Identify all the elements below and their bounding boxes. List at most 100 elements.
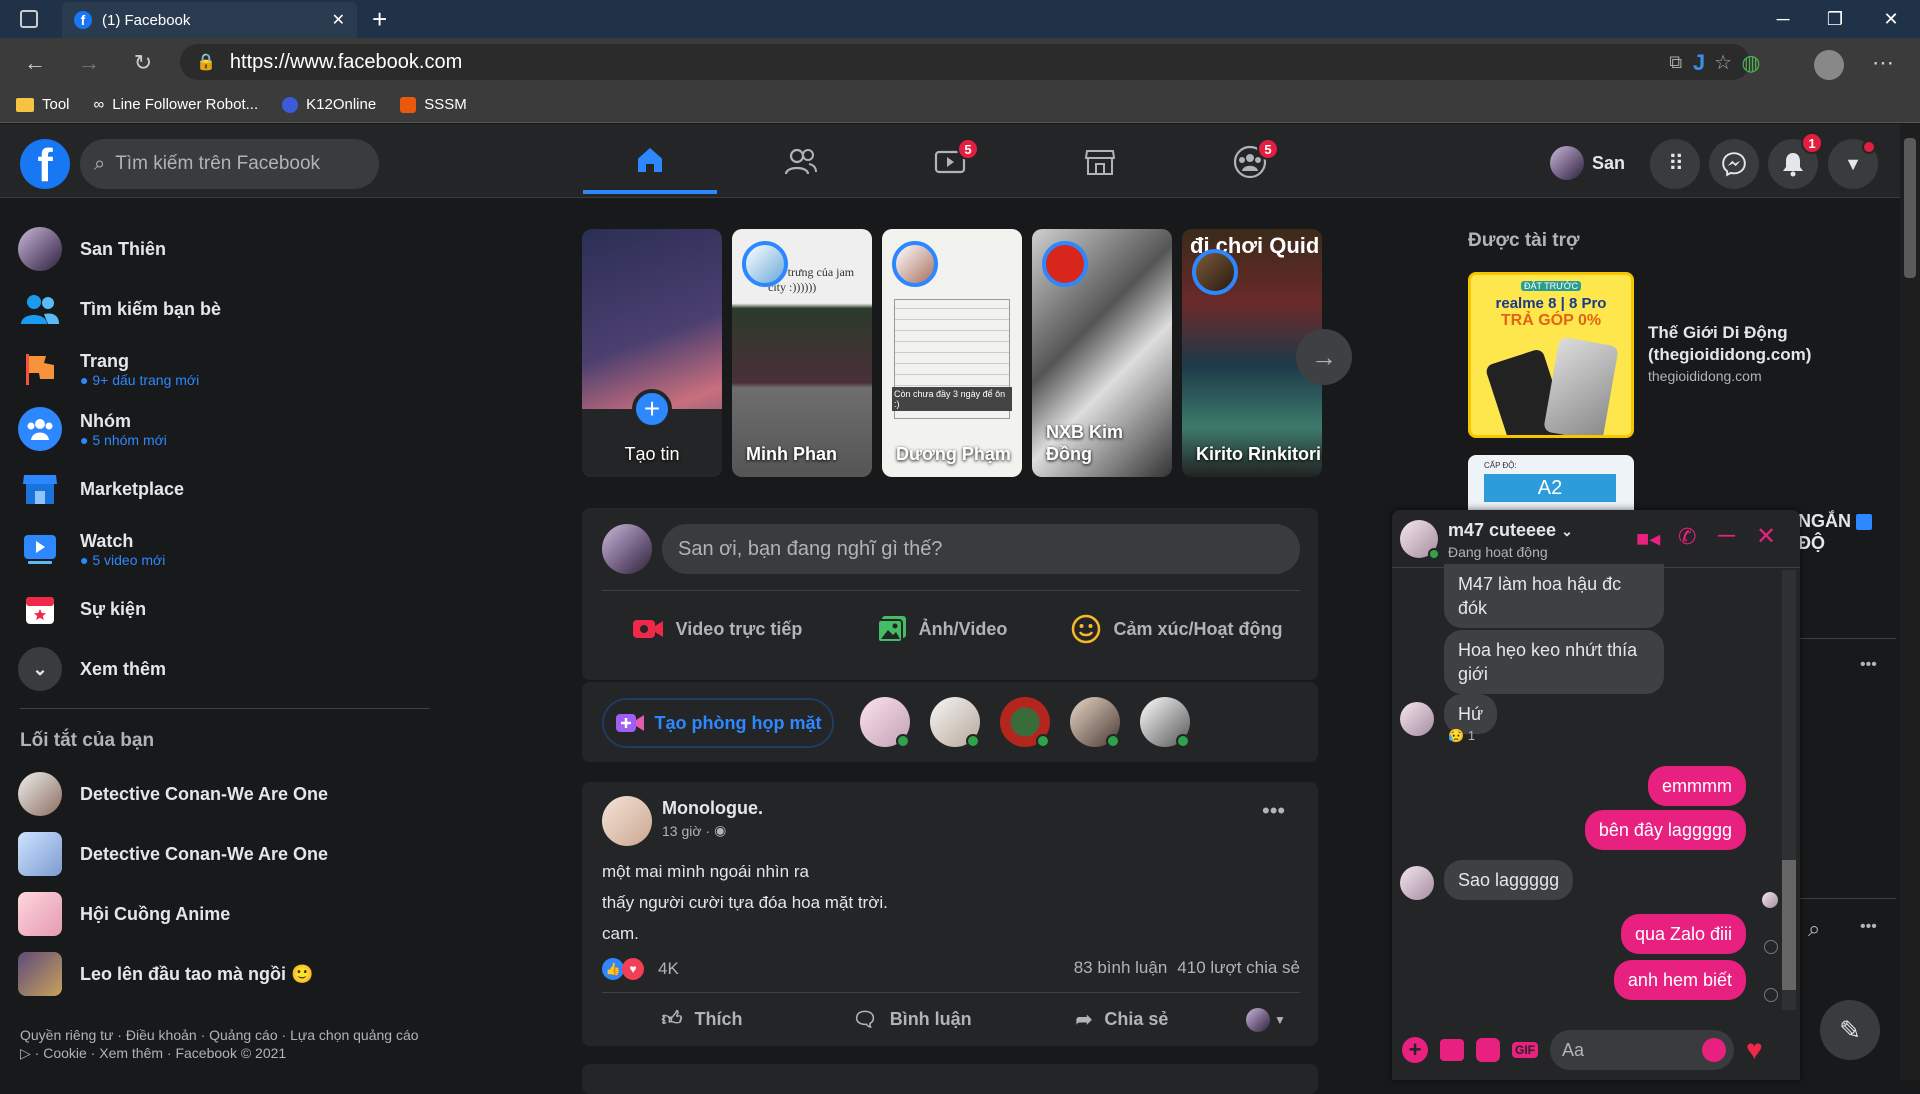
ad-image[interactable]: ĐẶT TRƯỚC realme 8 | 8 Pro TRẢ GÓP 0% [1468,272,1634,438]
browser-tab[interactable]: f (1) Facebook ✕ [62,2,357,38]
messenger-button[interactable] [1709,139,1759,189]
contacts-search-icon[interactable]: ⌕ [1808,916,1820,942]
sidebar-item-groups[interactable]: Nhóm ● 5 nhóm mới [18,407,167,451]
sidebar-item-profile[interactable]: San Thiên [18,227,166,271]
live-video-button[interactable]: Video trực tiếp [602,604,832,654]
bookmark-tool[interactable]: Tool [16,96,70,113]
sidebar-item-watch[interactable]: Watch ● 5 video mới [18,527,165,571]
comment-label: Bình luận [889,1008,972,1029]
tab-marketplace[interactable] [1033,130,1167,194]
message-outgoing[interactable]: anh hem biết [1613,960,1746,1000]
pages-flag-icon [18,347,62,391]
tab-groups[interactable] [1183,130,1317,194]
post-author[interactable]: Monologue. [662,798,763,819]
shortcut-item[interactable]: Detective Conan-We Are One [18,772,328,816]
add-plus-icon[interactable]: + [1402,1037,1428,1063]
comment-count[interactable]: 83 bình luận [1074,958,1168,978]
sidebar-item-see-more[interactable]: ⌄ Xem thêm [18,647,166,691]
message-incoming[interactable]: M47 làm hoa hậu đc đók [1444,564,1664,628]
shortcut-item[interactable]: Hội Cuồng Anime [18,892,230,936]
post-reactions[interactable]: 👍 ♥ 4K [602,958,679,980]
open-in-app-icon[interactable]: ⧉ [1669,52,1682,73]
new-message-button[interactable]: ✎ [1820,1000,1880,1060]
bookmark-sssm[interactable]: SSSM [400,96,467,113]
emoji-icon[interactable] [1702,1038,1726,1062]
browser-menu-icon[interactable]: ⋯ [1868,48,1898,78]
shortcut-item[interactable]: Detective Conan-We Are One [18,832,328,876]
composer-input[interactable]: San ơi, bạn đang nghĩ gì thế? [662,524,1300,574]
menu-button[interactable]: ⠿ [1650,139,1700,189]
forward-icon[interactable]: → [74,48,104,78]
gif-icon[interactable]: GIF [1512,1042,1538,1058]
facebook-logo-icon[interactable]: f [20,139,70,189]
story-card[interactable]: Còn chưa đầy 3 ngày để ôn :) Dương Phạm [882,229,1022,477]
ad-image-2[interactable]: CẤP ĐỘ: A2 [1468,455,1634,515]
image-icon[interactable] [1440,1039,1464,1061]
chat-name-button[interactable]: m47 cuteeee ⌄ [1448,520,1573,541]
story-card[interactable]: đặc trưng của jam city :)))))) Minh Phan [732,229,872,477]
chat-message-input[interactable]: Aa [1550,1030,1734,1070]
back-icon[interactable]: ← [20,48,50,78]
ad-url[interactable]: thegioididong.com [1648,368,1762,384]
chat-scroll-thumb[interactable] [1782,860,1796,990]
extension-icon[interactable]: J [1686,50,1712,76]
post-audience-button[interactable]: ▼ [1246,1008,1286,1032]
contacts-options-icon[interactable]: ••• [1860,656,1877,674]
photo-video-button[interactable]: Ảnh/Video [832,604,1052,654]
post-author-avatar[interactable] [602,796,652,846]
restore-icon[interactable]: ❐ [1810,0,1860,38]
ad-title[interactable]: Thế Giới Di Động (thegioididong.com) [1648,322,1848,366]
tab-home[interactable] [583,130,717,194]
sticker-icon[interactable] [1476,1038,1500,1062]
post-options-icon[interactable]: ••• [1262,798,1285,824]
stories-next-button[interactable]: → [1296,329,1352,385]
shortcut-item[interactable]: Leo lên đầu tao mà ngồi 🙂 [18,952,313,996]
reload-icon[interactable]: ↻ [128,48,158,78]
chat-scrollbar[interactable] [1782,570,1796,1010]
sidebar-item-marketplace[interactable]: Marketplace [18,467,184,511]
bookmark-k12online[interactable]: K12Online [282,96,376,113]
story-card[interactable]: NXB Kim Đồng [1032,229,1172,477]
page-scroll-thumb[interactable] [1904,138,1916,278]
share-button[interactable]: ➦ Chia sẻ [1022,998,1222,1040]
address-bar[interactable]: 🔒 https://www.facebook.com ⧉ ☆ [180,44,1750,80]
page-scrollbar[interactable] [1900,124,1920,1080]
message-incoming[interactable]: Sao laggggg [1444,860,1574,900]
phone-call-icon[interactable]: ✆ [1678,524,1696,550]
comment-button[interactable]: 🗨︎ Bình luận [812,998,1012,1040]
favorite-star-icon[interactable]: ☆ [1714,50,1732,75]
minimize-icon[interactable]: ─ [1758,0,1808,38]
message-outgoing[interactable]: qua Zalo điii [1620,914,1746,954]
message-incoming[interactable]: Hoa hẹo keo nhứt thía giới [1444,630,1664,694]
share-count[interactable]: 410 lượt chia sẻ [1177,958,1300,978]
sidebar-item-pages[interactable]: Trang ● 9+ dấu trang mới [18,347,199,391]
sidebar-item-find-friends[interactable]: Tìm kiếm bạn bè [18,287,221,331]
message-reaction[interactable]: 😥 1 [1448,728,1475,744]
message-outgoing[interactable]: bên đây laggggg [1584,810,1746,850]
profile-avatar-icon[interactable] [1814,50,1844,80]
tab-actions-icon[interactable] [20,10,38,28]
story-create[interactable]: + Tạo tin [582,229,722,477]
extension-globe-icon[interactable]: ◍ [1738,50,1764,76]
close-chat-icon[interactable]: ✕ [1756,522,1776,551]
like-button[interactable]: 👍︎ Thích [602,998,802,1040]
tab-watch[interactable] [883,130,1017,194]
video-call-icon[interactable]: ■◂ [1636,526,1660,552]
bookmark-line-follower[interactable]: ∞ Line Follower Robot... [94,96,259,113]
tab-close-icon[interactable]: ✕ [332,10,345,30]
chevron-down-icon: ⌄ [18,647,62,691]
new-tab-icon[interactable]: + [372,4,387,35]
search-input[interactable]: ⌕ Tìm kiếm trên Facebook [80,139,379,189]
feeling-activity-button[interactable]: Cảm xúc/Hoạt động [1052,604,1302,654]
profile-button[interactable]: San [1550,146,1625,180]
close-window-icon[interactable]: ✕ [1866,0,1916,38]
contacts-more-icon[interactable]: ••• [1860,918,1877,936]
post-time[interactable]: 13 giờ · [662,823,710,839]
message-outgoing[interactable]: emmmm [1648,766,1746,806]
minimize-chat-icon[interactable]: ─ [1718,522,1735,550]
tab-friends[interactable] [734,130,868,194]
sidebar-item-events[interactable]: Sự kiện [18,587,146,631]
heart-send-icon[interactable]: ♥ [1746,1034,1763,1066]
create-room-button[interactable]: Tạo phòng họp mặt [602,698,834,748]
profile-name: San [1592,152,1626,173]
